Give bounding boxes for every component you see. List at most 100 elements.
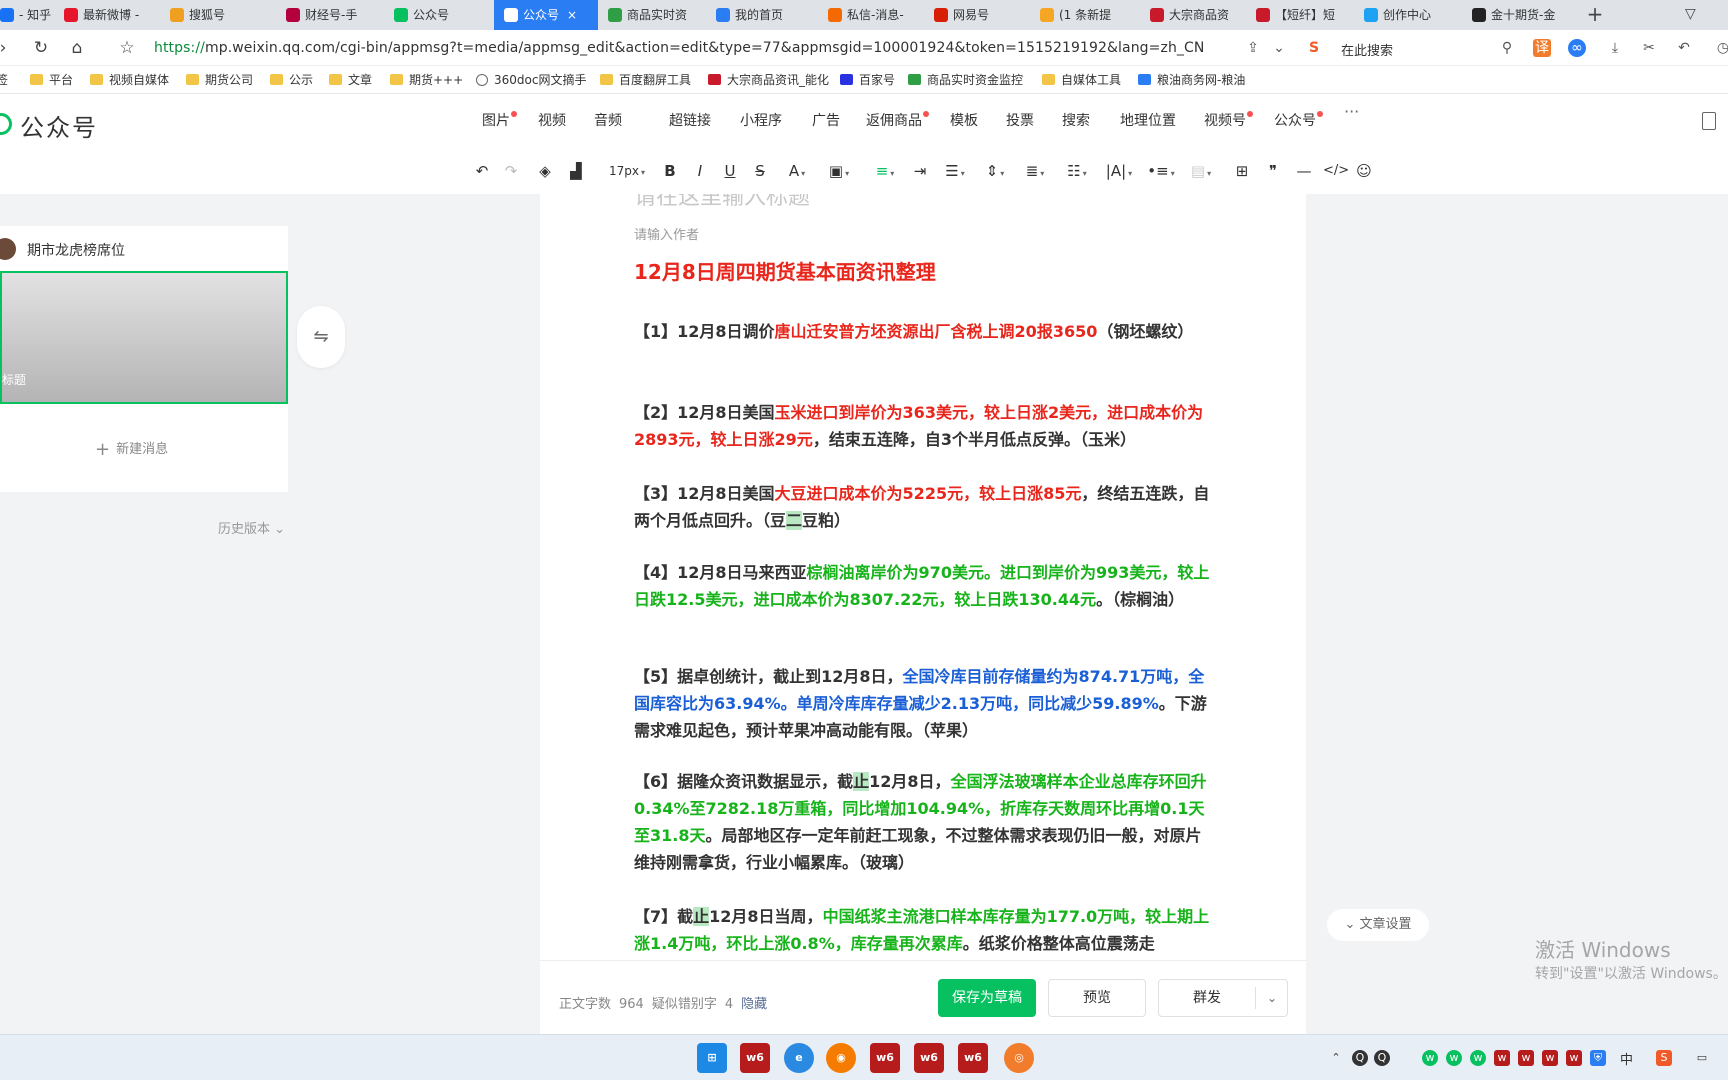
sogou-icon[interactable]: S: [1656, 1050, 1672, 1066]
extension-icon[interactable]: ∞: [1568, 39, 1586, 57]
start-button[interactable]: ⊞: [697, 1043, 727, 1073]
translate-icon[interactable]: 译: [1533, 39, 1551, 57]
swap-icon[interactable]: ⇋: [297, 306, 345, 368]
more-menu-button[interactable]: ···: [1344, 102, 1359, 121]
author-input[interactable]: 请输入作者: [634, 224, 699, 243]
redo-icon[interactable]: ↷: [501, 160, 521, 182]
bookmark-star-icon[interactable]: ☆: [116, 37, 138, 59]
url-dropdown-icon[interactable]: ⌄: [1270, 39, 1288, 57]
browser-tab[interactable]: 网易号: [924, 0, 1028, 30]
app-tray-icon[interactable]: w: [1494, 1050, 1510, 1066]
insert-vote[interactable]: 投票: [1006, 106, 1034, 136]
history-version-link[interactable]: 历史版本 ⌄: [218, 518, 285, 537]
align-left-icon[interactable]: ≡: [870, 160, 900, 182]
bullet-list-icon[interactable]: •≡: [1146, 160, 1176, 182]
tab-menu-icon[interactable]: ▽: [1685, 6, 1703, 24]
quote-icon[interactable]: ❞: [1263, 160, 1283, 182]
app-icon[interactable]: w6: [870, 1043, 900, 1073]
browser-tab[interactable]: 搜狐号: [160, 0, 274, 30]
mass-send-button[interactable]: 群发 ⌄: [1158, 979, 1288, 1017]
edge-icon[interactable]: e: [784, 1043, 814, 1073]
home-icon[interactable]: ⌂: [66, 37, 88, 59]
active-tab[interactable]: 公众号 ×: [494, 0, 598, 30]
notification-icon[interactable]: ▭: [1694, 1050, 1710, 1066]
title-input[interactable]: 请在这里输入标题: [634, 194, 810, 211]
spellcheck-mark[interactable]: 止: [853, 772, 870, 791]
spellcheck-mark[interactable]: 止: [693, 907, 710, 926]
browser-tab[interactable]: 金十期货-金: [1462, 0, 1566, 30]
history-icon[interactable]: ◷: [1714, 39, 1728, 57]
browser-tab[interactable]: 私信-消息-: [818, 0, 922, 30]
preview-button[interactable]: 预览: [1048, 979, 1146, 1017]
reload-icon[interactable]: ↻: [30, 37, 52, 59]
save-draft-button[interactable]: 保存为草稿: [938, 979, 1036, 1017]
bookmark-item[interactable]: 自媒体工具: [1042, 72, 1121, 88]
line-height-icon[interactable]: ⇕: [980, 160, 1010, 182]
app-tray-icon[interactable]: w: [1542, 1050, 1558, 1066]
bookmark-item[interactable]: 360doc网文摘手: [476, 72, 586, 88]
article-cover-thumbnail[interactable]: 标题: [0, 271, 288, 404]
wechat-icon[interactable]: w: [1470, 1050, 1486, 1066]
download-icon[interactable]: ⤓: [1606, 39, 1624, 57]
screenshot-icon[interactable]: ✂: [1640, 39, 1658, 57]
forward-icon[interactable]: ›: [0, 37, 14, 59]
bookmark-item[interactable]: 期货+++: [390, 72, 463, 88]
article-editor[interactable]: 请在这里输入标题 请输入作者 12月8日周四期货基本面资讯整理 【1】12月8日…: [540, 194, 1306, 1034]
ordered-list-icon[interactable]: ▤: [1186, 160, 1216, 182]
tray-chevron-icon[interactable]: ⌃: [1328, 1050, 1344, 1066]
ime-indicator[interactable]: 中: [1620, 1049, 1633, 1068]
underline-button[interactable]: U: [720, 160, 740, 182]
divider-icon[interactable]: —: [1294, 160, 1314, 182]
search-icon[interactable]: ⚲: [1498, 39, 1516, 57]
bookmark-item[interactable]: 文章: [329, 72, 372, 88]
paragraph-spacing-icon[interactable]: ☰: [940, 160, 970, 182]
browser-icon[interactable]: ◎: [1004, 1043, 1034, 1073]
close-tab-icon[interactable]: ×: [567, 8, 577, 22]
format-painter-icon[interactable]: ◈: [535, 160, 555, 182]
insert-search[interactable]: 搜索: [1062, 106, 1090, 136]
bookmark-item[interactable]: 签: [0, 72, 8, 88]
insert-commission-goods[interactable]: 返佣商品: [866, 106, 929, 136]
code-icon[interactable]: </>: [1323, 160, 1349, 182]
new-message-button[interactable]: + 新建消息: [95, 438, 168, 460]
emoji-icon[interactable]: ☺: [1353, 160, 1375, 182]
insert-image[interactable]: 图片: [482, 106, 517, 136]
browser-tab[interactable]: 创作中心: [1354, 0, 1460, 30]
bookmark-item[interactable]: 公示: [270, 72, 313, 88]
insert-ad[interactable]: 广告: [812, 106, 840, 136]
letter-spacing-icon[interactable]: ≣: [1020, 160, 1050, 182]
article-settings-button[interactable]: ⌄ 文章设置: [1327, 909, 1429, 941]
insert-hyperlink[interactable]: 超链接: [669, 106, 711, 136]
undo-close-icon[interactable]: ↶: [1675, 39, 1693, 57]
browser-tab[interactable]: 最新微博 -: [54, 0, 158, 30]
qq-icon[interactable]: Q: [1352, 1050, 1368, 1066]
browser-tab[interactable]: 公众号: [384, 0, 492, 30]
browser-tab[interactable]: 财经号-手: [276, 0, 382, 30]
strikethrough-button[interactable]: S: [750, 160, 770, 182]
share-icon[interactable]: ⇪: [1244, 39, 1262, 57]
browser-tab[interactable]: 大宗商品资: [1140, 0, 1244, 30]
bookmark-item[interactable]: 百家号: [840, 72, 895, 88]
background-color-icon[interactable]: ▣: [824, 160, 854, 182]
app-tray-icon[interactable]: w: [1518, 1050, 1534, 1066]
app-icon[interactable]: w6: [740, 1043, 770, 1073]
bookmark-item[interactable]: 期货公司: [186, 72, 253, 88]
search-engine-icon[interactable]: S: [1305, 39, 1323, 57]
clear-format-icon[interactable]: ▟: [566, 160, 586, 182]
insert-official-account[interactable]: 公众号: [1274, 106, 1323, 136]
text-direction-icon[interactable]: |A|: [1104, 160, 1134, 182]
insert-template[interactable]: 模板: [950, 106, 978, 136]
list-indent-icon[interactable]: ☷: [1062, 160, 1092, 182]
chevron-down-icon[interactable]: ⌄: [1255, 987, 1288, 1009]
app-icon[interactable]: w6: [914, 1043, 944, 1073]
bookmark-item[interactable]: 平台: [30, 72, 73, 88]
bookmark-item[interactable]: 百度翻屏工具: [600, 72, 691, 88]
bold-button[interactable]: B: [660, 160, 680, 182]
undo-icon[interactable]: ↶: [472, 160, 492, 182]
bookmark-item[interactable]: 商品实时资金监控: [908, 72, 1023, 88]
browser-tab[interactable]: (1 条新提: [1030, 0, 1138, 30]
font-color-button[interactable]: A: [782, 160, 812, 182]
search-box[interactable]: 在此搜索: [1341, 40, 1393, 59]
bookmark-item[interactable]: 大宗商品资讯_能化: [708, 72, 829, 88]
browser-tab[interactable]: 【短纤】短: [1246, 0, 1352, 30]
